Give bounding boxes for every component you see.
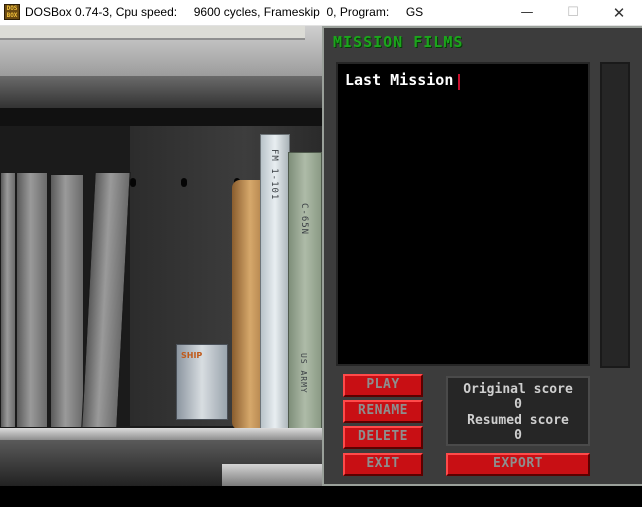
upper-shelf xyxy=(0,76,322,108)
delete-button[interactable]: DELETE xyxy=(343,426,423,449)
minimize-button[interactable]: — xyxy=(504,0,550,26)
manual-spine-text-2: C-65N xyxy=(299,203,309,236)
exit-button[interactable]: EXIT xyxy=(343,453,423,476)
play-button[interactable]: PLAY xyxy=(343,374,423,397)
list-item[interactable]: Last Mission xyxy=(345,71,453,89)
lower-shelf-bar xyxy=(222,464,322,486)
rename-button[interactable]: RENAME xyxy=(343,400,423,423)
panel-title: MISSION FILMS xyxy=(333,33,464,51)
binder xyxy=(0,172,16,428)
list-scrollbar[interactable] xyxy=(600,62,630,368)
supply-box: SHIP xyxy=(176,344,228,420)
game-viewport[interactable]: SHIP FM 1-101 C-65N US ARMY MISSION FILM… xyxy=(0,26,642,507)
manual-spine-text: FM 1-101 xyxy=(269,149,279,201)
films-list[interactable]: Last Mission xyxy=(336,62,590,366)
manual-spine-text-3: US ARMY xyxy=(299,353,308,394)
shelf-lip xyxy=(0,428,322,440)
army-manual: C-65N US ARMY xyxy=(288,152,322,430)
export-button[interactable]: EXPORT xyxy=(446,453,590,476)
upper-shelf-shadow xyxy=(0,108,322,126)
mission-films-panel: MISSION FILMS Last Mission PLAY RENAME D… xyxy=(322,26,642,486)
wall-panel xyxy=(0,26,305,40)
bookshelf-scene: SHIP FM 1-101 C-65N US ARMY xyxy=(0,26,322,486)
box-label: SHIP xyxy=(181,351,203,360)
dosbox-icon: DOS BOX xyxy=(4,4,20,20)
text-cursor xyxy=(458,74,464,90)
close-button[interactable]: ✕ xyxy=(596,0,642,26)
maximize-button[interactable]: ☐ xyxy=(550,0,596,26)
binder xyxy=(50,174,84,428)
resumed-score-label: Resumed score xyxy=(467,413,569,428)
binder xyxy=(16,172,48,428)
original-score-value: 0 xyxy=(514,397,522,412)
score-box: Original score 0 Resumed score 0 xyxy=(446,376,590,446)
field-manual: FM 1-101 xyxy=(260,134,290,430)
window-title: DOSBox 0.74-3, Cpu speed: 9600 cycles, F… xyxy=(25,5,424,19)
binder xyxy=(81,172,131,428)
resumed-score-value: 0 xyxy=(514,428,522,443)
rivet xyxy=(130,178,136,187)
window-title-bar[interactable]: DOS BOX DOSBox 0.74-3, Cpu speed: 9600 c… xyxy=(0,0,642,26)
rivet xyxy=(181,178,187,187)
original-score-label: Original score xyxy=(463,382,573,397)
